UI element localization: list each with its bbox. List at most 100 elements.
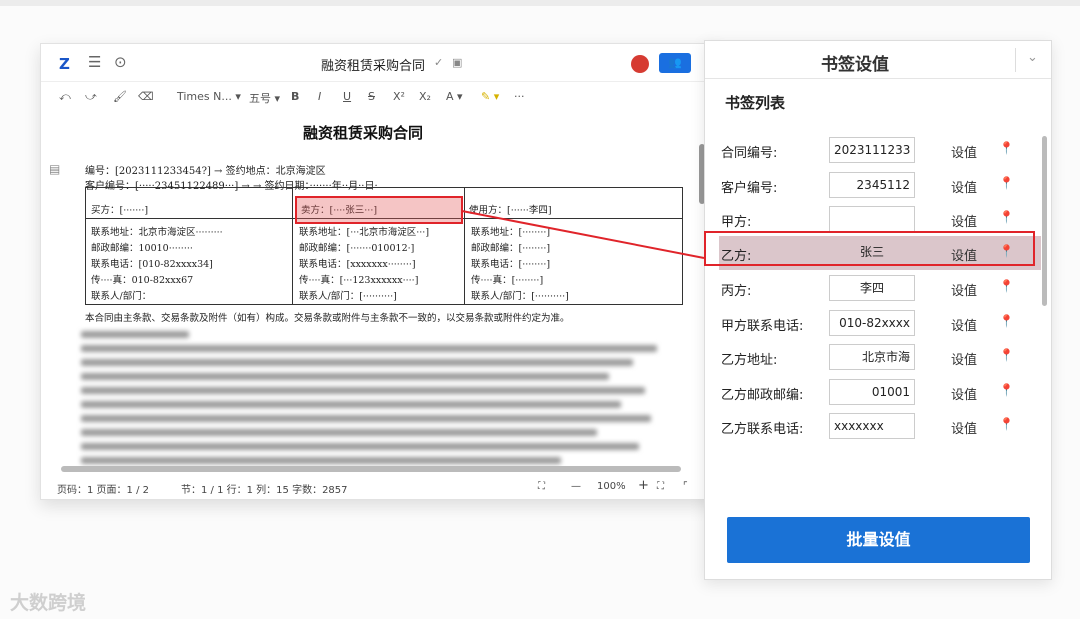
col2-line: 传····真：[···123xxxxxx····] [299, 275, 419, 286]
bug-report-icon[interactable] [631, 55, 649, 73]
editor-titlebar: Z ☰ ⊙ 融资租赁采购合同 ✓ ▣ 👥 [41, 44, 719, 82]
batch-set-value-button[interactable]: 批量设值 [727, 517, 1030, 563]
zoom-out-button[interactable]: — [571, 481, 581, 492]
bookmark-value-panel: 书签设值 ⌄ 书签列表 合同编号: 2023111233 设值 📍 客户编号: … [704, 40, 1052, 580]
highlight-button[interactable]: ✎ ▾ [481, 90, 499, 103]
bookmark-value-input[interactable]: 北京市海 [829, 344, 915, 370]
font-color-button[interactable]: A ▾ [446, 90, 463, 103]
col2-line: 邮政邮编：[·······010012·] [299, 243, 415, 254]
bookmark-row: 客户编号: 2345112 设值 📍 [719, 168, 1041, 202]
col2-line: 联系地址：[···北京市海淀区···] [299, 227, 430, 238]
set-value-button[interactable]: 设值 [951, 384, 977, 403]
document-editor-window: Z ☰ ⊙ 融资租赁采购合同 ✓ ▣ 👥 ⤺ ⤻ 🖌 ⌫ Times N... … [40, 43, 720, 500]
format-painter-button[interactable]: 🖌 [113, 90, 127, 103]
menu-icon[interactable]: ☰ [88, 53, 101, 71]
col3-line: 邮政邮编：[········] [471, 243, 551, 254]
contract-note-line: 本合同由主条款、交易条款及附件（如有）构成。交易条款或附件与主条款不一致的，以交… [85, 313, 570, 324]
seller-highlight-box [295, 196, 463, 224]
set-value-button[interactable]: 设值 [951, 142, 977, 161]
font-family-select[interactable]: Times N... ▾ [177, 90, 241, 103]
col2-line: 联系电话：[xxxxxxx········] [299, 259, 416, 270]
page-info: 页码：1 页面：1 / 2 [57, 485, 149, 496]
document-title: 融资租赁采购合同 [321, 59, 426, 74]
bookmark-row: 甲方联系电话: 010-82xxxx 设值 📍 [719, 306, 1041, 340]
font-size-select[interactable]: 五号 ▾ [249, 90, 280, 106]
more-toolbar-button[interactable]: ··· [514, 90, 525, 103]
more-options-icon[interactable]: ⊙ [114, 53, 127, 71]
fit-page-icon[interactable]: ⛶ [538, 481, 545, 492]
buyer-cell: 买方：[·······] [91, 205, 149, 216]
bookmark-label: 乙方邮政邮编: [721, 388, 804, 403]
document-heading: 融资租赁采购合同 [303, 124, 424, 142]
panel-title: 书签设值 [821, 55, 889, 75]
active-row-highlight-frame [704, 231, 1035, 266]
set-value-button[interactable]: 设值 [951, 418, 977, 437]
bookmark-value-input[interactable]: 2345112 [829, 172, 915, 198]
bookmark-list: 合同编号: 2023111233 设值 📍 客户编号: 2345112 设值 📍… [705, 133, 1053, 451]
col3-line: 传····真：[········] [471, 275, 544, 286]
col1-line: 联系人/部门： [91, 291, 152, 302]
locate-pin-icon[interactable]: 📍 [999, 210, 1014, 224]
bookmark-label: 客户编号: [721, 181, 778, 196]
subscript-button[interactable]: X₂ [419, 90, 431, 103]
app-logo-icon[interactable]: Z [59, 55, 75, 73]
locate-pin-icon[interactable]: 📍 [999, 348, 1014, 362]
bookmark-label: 合同编号: [721, 146, 778, 161]
set-value-button[interactable]: 设值 [951, 315, 977, 334]
outline-panel-icon[interactable]: ▤ [49, 162, 60, 176]
format-toolbar: ⤺ ⤻ 🖌 ⌫ Times N... ▾ 五号 ▾ B I U S X² X₂ … [41, 84, 719, 112]
underline-button[interactable]: U [343, 90, 351, 103]
bookmark-value-input[interactable] [829, 206, 915, 232]
document-canvas[interactable]: ▤ 融资租赁采购合同 编号：[2023111233454?] → 签约地点：北京… [41, 114, 701, 469]
blurred-body-text [81, 324, 681, 464]
col2-line: 联系人/部门：[··········] [299, 291, 397, 302]
bookmark-label: 乙方联系电话: [721, 422, 804, 437]
set-value-button[interactable]: 设值 [951, 177, 977, 196]
watermark-logo: 大数跨境 [10, 592, 87, 614]
col1-line: 联系地址：北京市海淀区········· [91, 227, 223, 238]
bookmark-value-input[interactable]: 01001 [829, 379, 915, 405]
italic-button[interactable]: I [318, 90, 321, 103]
strikethrough-button[interactable]: S [368, 90, 375, 103]
clear-format-button[interactable]: ⌫ [138, 90, 154, 103]
locate-pin-icon[interactable]: 📍 [999, 176, 1014, 190]
bookmark-value-input[interactable]: xxxxxxx [829, 413, 915, 439]
bookmark-value-input[interactable]: 2023111233 [829, 137, 915, 163]
bookmark-value-input[interactable]: 010-82xxxx [829, 310, 915, 336]
zoom-in-button[interactable]: + [638, 478, 649, 493]
locate-pin-icon[interactable]: 📍 [999, 141, 1014, 155]
user-party-cell: 使用方：[······李四] [469, 205, 552, 216]
col3-line: 联系人/部门：[··········] [471, 291, 569, 302]
locate-pin-icon[interactable]: 📍 [999, 279, 1014, 293]
zoom-level: 100% [597, 481, 626, 492]
undo-button[interactable]: ⤺ [59, 90, 71, 104]
set-value-button[interactable]: 设值 [951, 211, 977, 230]
fit-width-icon[interactable]: ⛶ [657, 481, 664, 492]
locate-pin-icon[interactable]: 📍 [999, 314, 1014, 328]
bookmark-label: 丙方: [721, 284, 752, 299]
locate-pin-icon[interactable]: 📍 [999, 383, 1014, 397]
panel-scrollbar[interactable] [1042, 136, 1047, 306]
fullscreen-icon[interactable]: ⌜ [683, 481, 688, 492]
col3-line: 联系地址：[········] [471, 227, 551, 238]
saved-check-icon: ✓ [434, 56, 444, 69]
locate-pin-icon[interactable]: 📍 [999, 417, 1014, 431]
redo-button[interactable]: ⤻ [85, 90, 97, 104]
bookmark-list-title: 书签列表 [725, 94, 786, 112]
bookmark-row: 合同编号: 2023111233 设值 📍 [719, 133, 1041, 167]
save-status-icon: ▣ [452, 56, 463, 69]
col1-line: 邮政邮编：10010········ [91, 243, 193, 254]
set-value-button[interactable]: 设值 [951, 349, 977, 368]
superscript-button[interactable]: X² [393, 90, 405, 103]
set-value-button[interactable]: 设值 [951, 280, 977, 299]
bold-button[interactable]: B [291, 90, 299, 103]
bookmark-value-input[interactable]: 李四 [829, 275, 915, 301]
chevron-down-icon[interactable]: ⌄ [1027, 50, 1038, 65]
col3-line: 联系电话：[········] [471, 259, 551, 270]
cursor-info: 节：1 / 1 行：1 列：15 字数：2857 [181, 485, 348, 496]
contract-number-line: 编号：[2023111233454?] → 签约地点：北京海淀区 [85, 166, 326, 177]
bookmark-row: 乙方邮政邮编: 01001 设值 📍 [719, 375, 1041, 409]
collaborators-button[interactable]: 👥 [659, 53, 691, 73]
bookmark-label: 甲方: [721, 215, 752, 230]
editor-horizontal-scrollbar[interactable] [61, 466, 681, 472]
